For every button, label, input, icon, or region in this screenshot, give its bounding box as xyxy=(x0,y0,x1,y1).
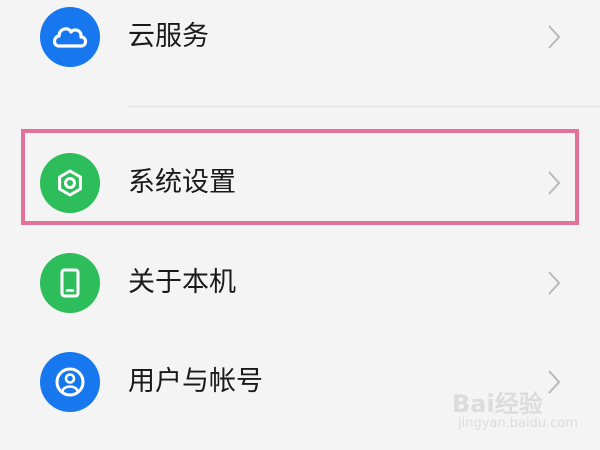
settings-item-label: 云服务 xyxy=(128,21,209,52)
chevron-right-icon xyxy=(548,271,561,295)
user-account-icon xyxy=(40,352,100,412)
highlight-box xyxy=(21,129,579,225)
settings-item-label: 关于本机 xyxy=(128,267,236,298)
cloud-icon xyxy=(40,7,100,67)
divider xyxy=(128,106,600,107)
watermark-logo: Bai经验 xyxy=(452,390,543,418)
settings-item-about-phone[interactable]: 关于本机 xyxy=(0,243,600,323)
watermark-url: jingyan.baidu.com xyxy=(458,416,578,431)
phone-icon xyxy=(40,253,100,313)
chevron-right-icon xyxy=(548,25,561,49)
settings-list: 云服务 系统设置 关于本机 用户与帐号 xyxy=(0,0,600,450)
settings-item-label: 用户与帐号 xyxy=(128,366,263,397)
baidu-jingyan-watermark: Bai经验 jingyan.baidu.com xyxy=(452,384,592,440)
settings-item-cloud-service[interactable]: 云服务 xyxy=(0,0,600,77)
